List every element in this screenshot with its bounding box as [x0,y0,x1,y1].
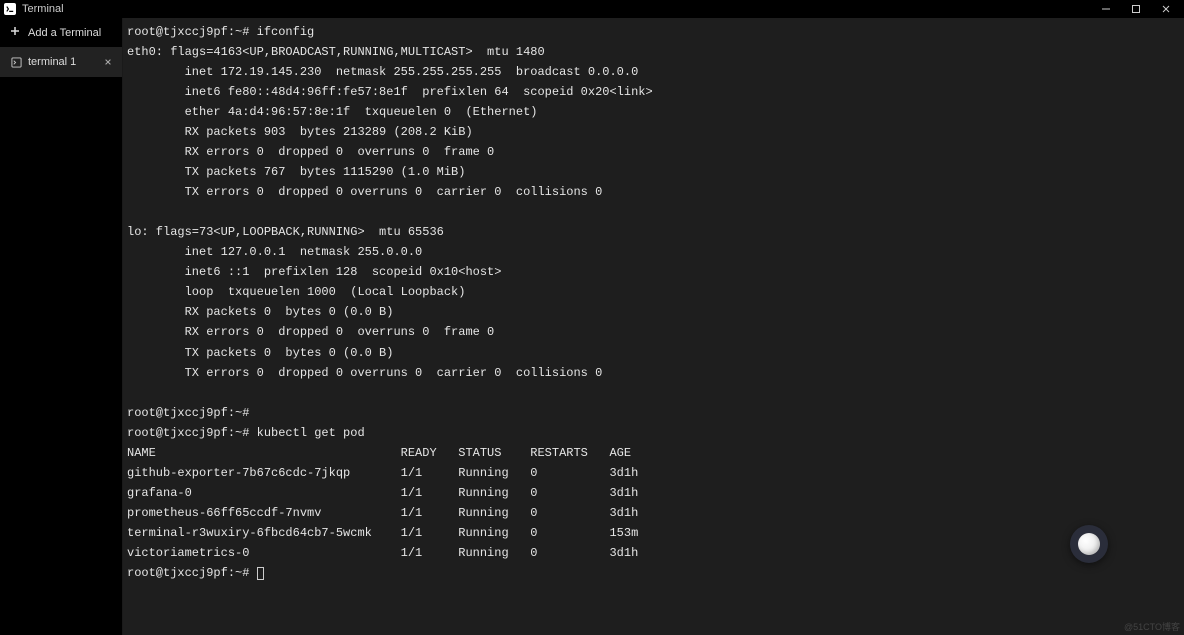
terminal-viewport[interactable]: root@tjxccj9pf:~# ifconfig eth0: flags=4… [123,18,1184,635]
watermark: @51CTO博客 [1124,620,1180,633]
plus-icon [10,26,20,39]
maximize-button[interactable] [1130,3,1142,15]
add-terminal-label: Add a Terminal [28,27,101,39]
minimize-button[interactable] [1100,3,1112,15]
add-terminal-button[interactable]: Add a Terminal [0,18,122,47]
terminal-app-icon [4,3,16,15]
sidebar: Add a Terminal terminal 1 [0,18,123,635]
terminal-tab-icon [10,56,22,68]
assistant-floating-button[interactable] [1070,525,1108,563]
close-tab-button[interactable] [104,55,112,69]
assistant-orb-icon [1078,533,1100,555]
terminal-tab-label: terminal 1 [28,56,76,68]
close-button[interactable] [1160,3,1172,15]
titlebar: Terminal [0,0,1184,18]
terminal-output: root@tjxccj9pf:~# ifconfig eth0: flags=4… [127,22,1180,583]
terminal-tab-1[interactable]: terminal 1 [0,47,122,77]
titlebar-title: Terminal [22,3,64,15]
